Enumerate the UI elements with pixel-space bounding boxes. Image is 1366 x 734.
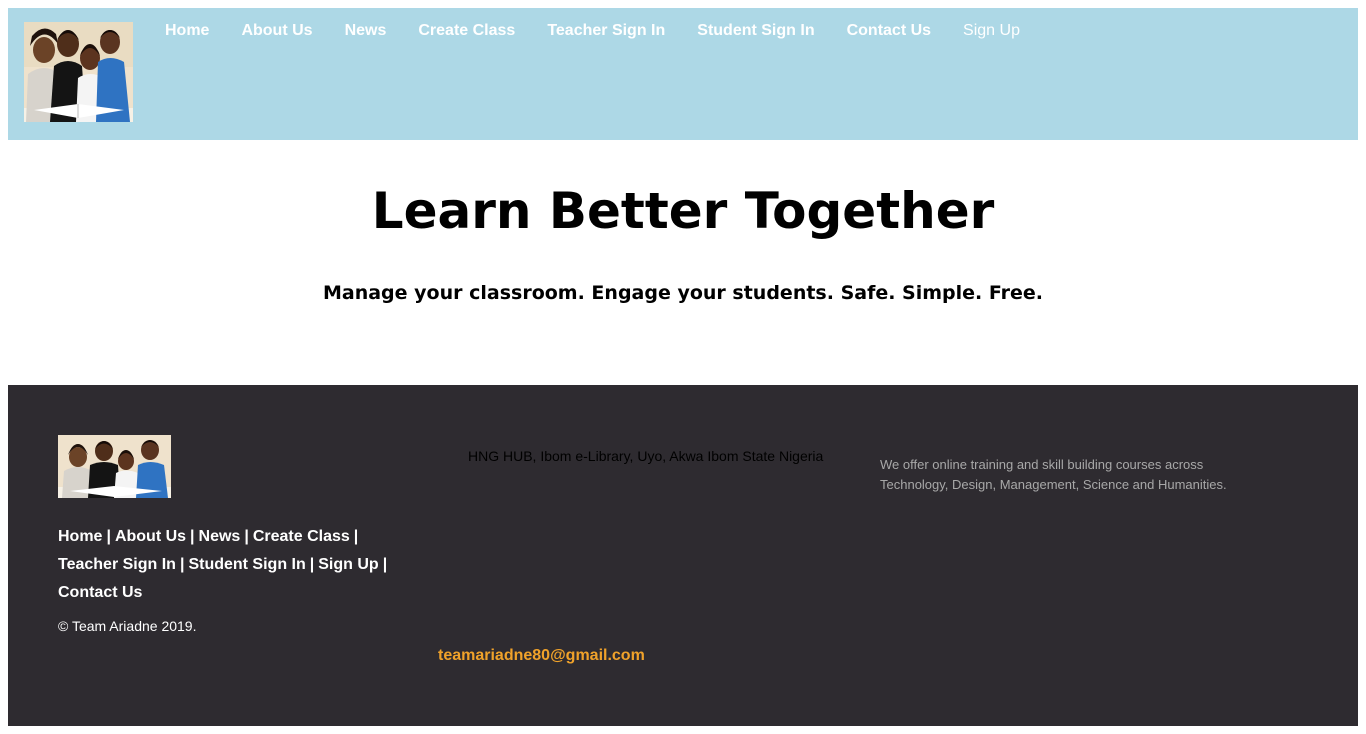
footer-link-student-sign-in[interactable]: Student Sign In bbox=[188, 556, 305, 573]
footer-separator: | bbox=[179, 556, 185, 573]
hero-title: Learn Better Together bbox=[371, 182, 995, 240]
site-header: Home About Us News Create Class Teacher … bbox=[8, 8, 1358, 140]
footer-separator: | bbox=[190, 528, 195, 545]
main-nav: Home About Us News Create Class Teacher … bbox=[165, 21, 1052, 41]
nav-about-us[interactable]: About Us bbox=[241, 21, 312, 41]
footer-separator: | bbox=[382, 556, 388, 573]
site-footer: Home | About Us | News | Create Class | Teacher… bbox=[8, 385, 1358, 726]
footer-links: Home | About Us | News | Create Class | Teacher… bbox=[58, 523, 403, 607]
copyright-text: © Team Ariadne 2019. bbox=[58, 618, 197, 634]
nav-contact-us[interactable]: Contact Us bbox=[847, 21, 931, 41]
footer-link-news[interactable]: News bbox=[199, 528, 241, 545]
footer-logo bbox=[58, 435, 171, 498]
footer-separator: | bbox=[309, 556, 315, 573]
nav-teacher-sign-in[interactable]: Teacher Sign In bbox=[547, 21, 665, 41]
students-photo-logo[interactable] bbox=[24, 22, 133, 122]
about-text: We offer online training and skill build… bbox=[880, 457, 1227, 492]
footer-link-sign-up[interactable]: Sign Up bbox=[318, 556, 378, 573]
nav-sign-up[interactable]: Sign Up bbox=[963, 21, 1020, 41]
footer-separator: | bbox=[244, 528, 249, 545]
nav-news[interactable]: News bbox=[345, 21, 387, 41]
hero-subtitle: Manage your classroom. Engage your stude… bbox=[322, 282, 1044, 304]
footer-link-home[interactable]: Home bbox=[58, 528, 102, 545]
footer-link-about-us[interactable]: About Us bbox=[115, 528, 186, 545]
footer-link-contact-us[interactable]: Contact Us bbox=[58, 584, 142, 601]
footer-separator: | bbox=[106, 528, 111, 545]
nav-home[interactable]: Home bbox=[165, 21, 209, 41]
footer-link-teacher-sign-in[interactable]: Teacher Sign In bbox=[58, 556, 176, 573]
address-text: HNG HUB, Ibom e-Library, Uyo, Akwa Ibom … bbox=[468, 448, 824, 464]
footer-link-create-class[interactable]: Create Class bbox=[253, 528, 350, 545]
email-link[interactable]: teamariadne80@gmail.com bbox=[438, 647, 645, 665]
nav-student-sign-in[interactable]: Student Sign In bbox=[697, 21, 814, 41]
nav-create-class[interactable]: Create Class bbox=[418, 21, 515, 41]
footer-separator: | bbox=[353, 528, 359, 545]
